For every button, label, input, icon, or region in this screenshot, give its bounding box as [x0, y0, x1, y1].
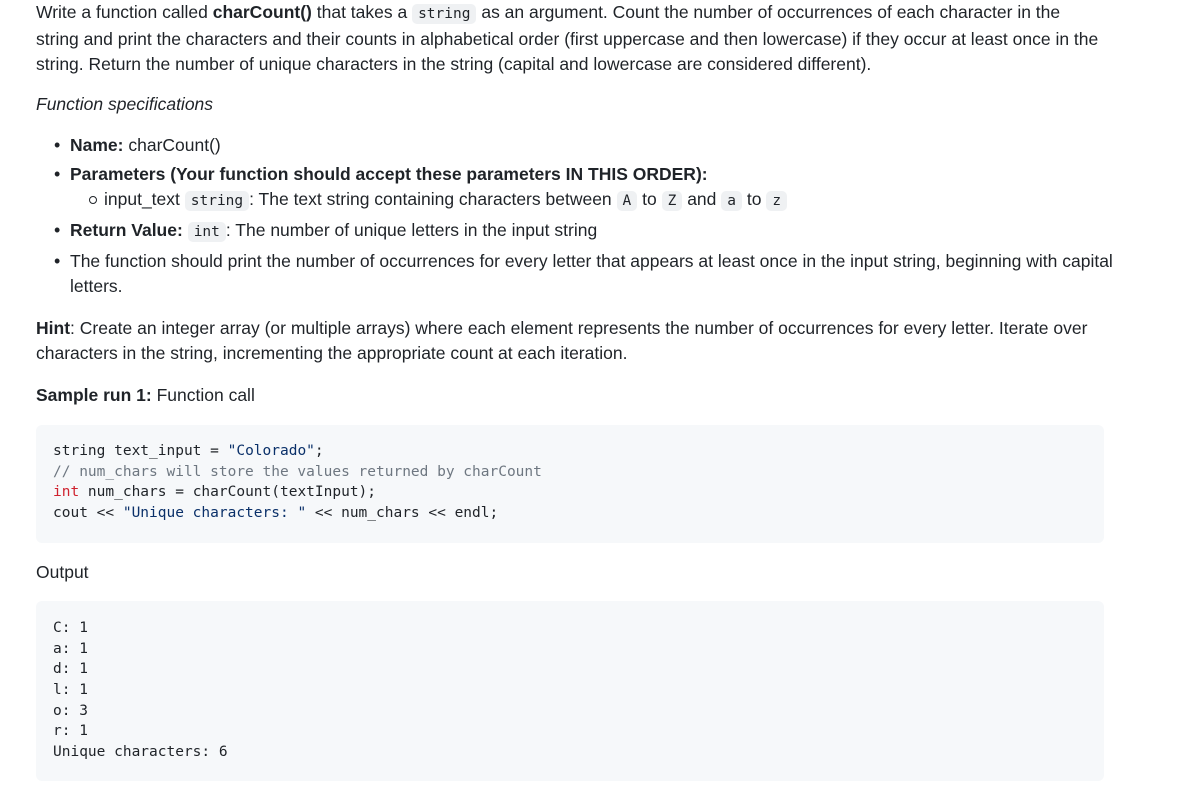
output-heading: Output	[36, 562, 89, 582]
intro-text: Write a function called	[36, 2, 213, 22]
spec-item-parameters: Parameters (Your function should accept …	[54, 162, 1120, 214]
param-list: input_text string: The text string conta…	[70, 187, 1120, 214]
param-desc: : The text string containing characters …	[249, 189, 617, 209]
intro-text: that takes a	[311, 2, 413, 22]
output-line: l: 1	[53, 682, 88, 699]
output-code-block: C: 1 a: 1 d: 1 l: 1 o: 3 r: 1 Unique character…	[36, 601, 1104, 781]
inline-code: Z	[661, 191, 683, 211]
spec-item-return: Return Value: int: The number of unique …	[54, 218, 1120, 245]
output-line: Unique characters: 6	[53, 744, 228, 761]
param-desc: and	[682, 189, 722, 209]
spec-label: Name:	[70, 135, 124, 155]
code-token: << num_chars << endl;	[306, 505, 499, 522]
problem-intro: Write a function called charCount() that…	[36, 0, 1106, 77]
output-line: C: 1	[53, 620, 88, 636]
param-item: input_text string: The text string conta…	[89, 187, 1120, 214]
param-desc: to	[637, 189, 662, 209]
sample-run-heading: Sample run 1: Function call	[36, 383, 255, 408]
param-type: string	[184, 191, 250, 211]
inline-code-string: string	[412, 4, 477, 24]
spec-item-print-note: The function should print the number of …	[54, 249, 1120, 299]
spec-label: Parameters (Your function should accept …	[70, 164, 708, 184]
inline-code: A	[616, 191, 638, 211]
spec-value: : The number of unique letters in the in…	[225, 220, 598, 240]
function-name: charCount()	[212, 2, 312, 22]
output-line: a: 1	[53, 640, 88, 657]
return-type: int	[187, 222, 226, 242]
code-line: string text_input = "Colorado";	[53, 441, 1087, 462]
output-line: o: 3	[53, 702, 88, 719]
output-line: d: 1	[53, 661, 88, 678]
spec-list: Name: charCount() Parameters (Your funct…	[36, 133, 1120, 303]
param-desc: to	[742, 189, 767, 209]
hint-paragraph: Hint: Create an integer array (or multip…	[36, 316, 1096, 366]
param-name: input_text	[104, 189, 185, 209]
code-line: int num_chars = charCount(textInput);	[53, 482, 1087, 503]
code-string: "Colorado"	[227, 443, 315, 459]
spec-heading: Function specifications	[36, 94, 214, 114]
code-token: cout <<	[53, 505, 123, 522]
code-token: string text_input =	[53, 443, 228, 459]
inline-code: z	[766, 191, 788, 211]
sample-label: Sample run 1:	[36, 385, 152, 405]
spec-value: The function should print the number of …	[70, 251, 1113, 296]
spec-label: Return Value:	[70, 220, 183, 240]
output-line: r: 1	[53, 723, 88, 740]
sample-text: Function call	[151, 385, 255, 405]
spec-item-name: Name: charCount()	[54, 133, 1120, 158]
hint-label: Hint	[36, 318, 71, 338]
function-call-code-block: string text_input = "Colorado";// num_ch…	[36, 425, 1104, 543]
spec-value: charCount()	[123, 135, 221, 155]
code-keyword: int	[53, 484, 80, 501]
code-line: cout << "Unique characters: " << num_cha…	[53, 503, 1087, 524]
code-string: "Unique characters: "	[122, 505, 307, 522]
code-token: num_chars = charCount(textInput);	[79, 484, 377, 501]
inline-code: a	[721, 191, 742, 211]
code-token: ;	[314, 443, 324, 459]
intro-paragraph: Write a function called charCount() that…	[36, 0, 1106, 77]
code-comment: // num_chars will store the values retur…	[53, 463, 542, 480]
hint-text: : Create an integer array (or multiple a…	[36, 318, 1088, 363]
